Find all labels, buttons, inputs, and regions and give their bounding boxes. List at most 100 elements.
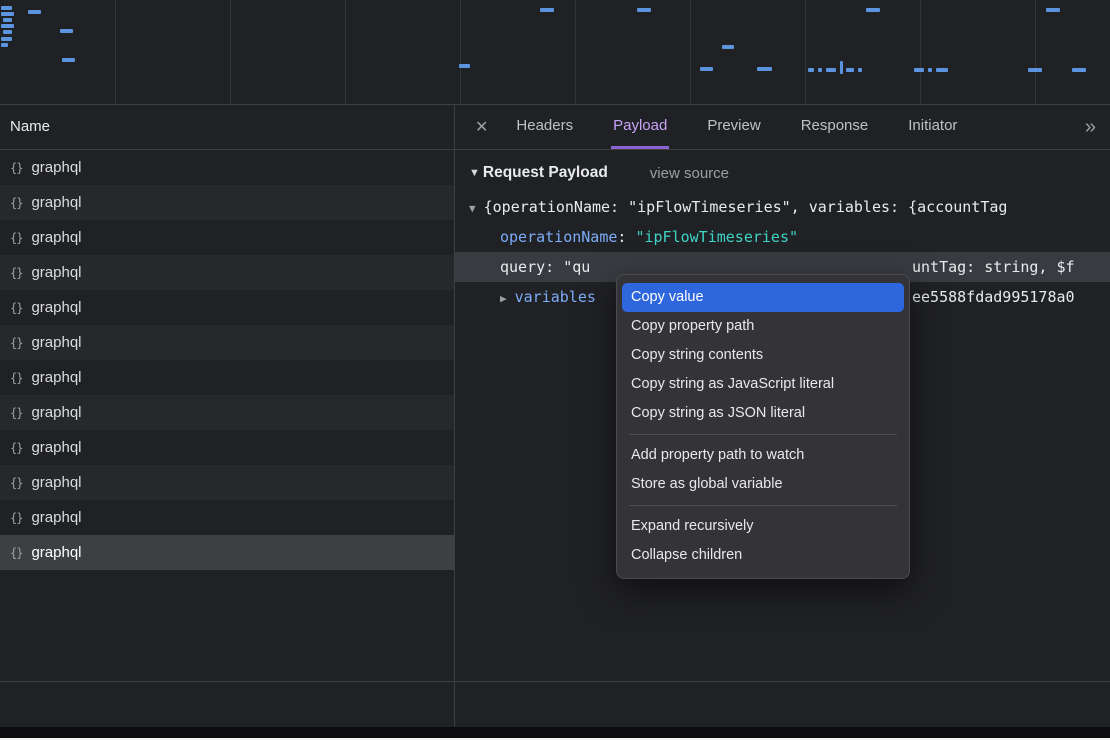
network-activity-bar: [62, 58, 75, 62]
request-row[interactable]: {}graphql: [0, 430, 454, 465]
json-request-icon: {}: [10, 441, 22, 455]
request-name: graphql: [31, 194, 81, 211]
menu-item-collapse-children[interactable]: Collapse children: [617, 541, 909, 570]
name-column-header[interactable]: Name: [0, 105, 454, 150]
tab-initiator[interactable]: Initiator: [906, 105, 959, 149]
menu-item-add-property-path-to-watch[interactable]: Add property path to watch: [617, 441, 909, 470]
code-segment: "ipFlowTimeseries": [635, 228, 798, 246]
tab-response[interactable]: Response: [799, 105, 871, 149]
network-activity-bar: [826, 68, 836, 72]
tab-headers[interactable]: Headers: [514, 105, 575, 149]
close-icon[interactable]: ✕: [475, 117, 488, 137]
network-activity-bar: [1046, 8, 1060, 12]
menu-item-copy-string-as-javascript-literal[interactable]: Copy string as JavaScript literal: [617, 370, 909, 399]
request-name: graphql: [31, 474, 81, 491]
network-activity-bar: [28, 10, 41, 14]
timeline-gridline: [690, 0, 691, 104]
menu-item-copy-property-path[interactable]: Copy property path: [617, 312, 909, 341]
network-activity-bar: [846, 68, 854, 72]
disclosure-closed-icon[interactable]: ▶: [500, 292, 507, 305]
request-row[interactable]: {}graphql: [0, 290, 454, 325]
payload-tree-row[interactable]: ▼ {operationName: "ipFlowTimeseries", var…: [455, 192, 1110, 222]
network-activity-bar: [858, 68, 862, 72]
menu-item-copy-string-as-json-literal[interactable]: Copy string as JSON literal: [617, 399, 909, 428]
menu-item-store-as-global-variable[interactable]: Store as global variable: [617, 470, 909, 499]
request-row[interactable]: {} graphql: [0, 150, 454, 185]
request-row[interactable]: {} graphql: [0, 325, 454, 360]
request-row[interactable]: {} graphql: [0, 535, 454, 570]
tab-preview[interactable]: Preview: [705, 105, 762, 149]
request-row[interactable]: {}graphql: [0, 360, 454, 395]
request-row[interactable]: {}graphql: [0, 500, 454, 535]
details-tabs: Headers Payload Preview Response Initiator: [514, 105, 995, 149]
request-row[interactable]: {}graphql: [0, 395, 454, 430]
code-segment: {operationName: "ipFlowTimeseries", vari…: [484, 198, 1008, 216]
network-activity-bar: [700, 67, 713, 71]
request-name: graphql: [31, 544, 81, 561]
request-name: graphql: [31, 229, 81, 246]
network-activity-bar: [540, 8, 554, 12]
request-row[interactable]: {} graphql: [0, 185, 454, 220]
requests-panel: Name {} graphql {} graphql {} graphql {} graphq…: [0, 105, 455, 726]
section-disclosure-icon[interactable]: ▼: [469, 167, 480, 179]
json-request-icon: {}: [10, 371, 22, 385]
menu-item-copy-string-contents[interactable]: Copy string contents: [617, 341, 909, 370]
json-request-icon: {}: [10, 231, 22, 245]
code-segment-after-menu: ee5588fdad995178a0: [912, 282, 1075, 312]
code-segment: "qu: [563, 258, 590, 276]
network-activity-bar: [1, 43, 8, 47]
code-segment: variables: [515, 288, 596, 306]
network-activity-bar: [637, 8, 651, 12]
network-activity-bar: [60, 29, 73, 33]
timeline-gridline: [805, 0, 806, 104]
code-segment: query: [500, 258, 545, 276]
json-request-icon: {}: [10, 336, 22, 350]
network-activity-bar: [808, 68, 814, 72]
network-activity-bar: [818, 68, 822, 72]
timeline-gridline: [1035, 0, 1036, 104]
request-name: graphql: [31, 404, 81, 421]
timeline-gridline: [920, 0, 921, 104]
payload-tree-row[interactable]: operationName: "ipFlowTimeseries": [455, 222, 1110, 252]
request-name: graphql: [31, 334, 81, 351]
request-row[interactable]: {}graphql: [0, 465, 454, 500]
code-segment-after-menu: untTag: string, $f: [912, 252, 1075, 282]
json-request-icon: {}: [10, 301, 22, 315]
json-request-icon: {}: [10, 196, 22, 210]
devtools-network-panel: Name {} graphql {} graphql {} graphql {} graphq…: [0, 0, 1110, 740]
network-activity-bar: [757, 67, 772, 71]
disclosure-open-icon[interactable]: ▼: [469, 202, 476, 215]
network-activity-bar: [1, 6, 12, 10]
menu-item-copy-value[interactable]: Copy value: [622, 283, 904, 312]
json-request-icon: {}: [10, 546, 22, 560]
code-segment: :: [545, 258, 563, 276]
network-activity-bar: [3, 30, 12, 34]
overflow-tabs-icon[interactable]: »: [1085, 116, 1096, 139]
section-title: Request Payload: [483, 164, 608, 182]
code-segment: :: [617, 228, 635, 246]
menu-separator: [629, 505, 897, 506]
timeline-gridline: [115, 0, 116, 104]
request-name: graphql: [31, 264, 81, 281]
context-menu: Copy valueCopy property pathCopy string …: [616, 274, 910, 579]
network-activity-bar: [1028, 68, 1042, 72]
network-activity-bar: [1, 12, 14, 16]
request-payload-header: ▼ Request Payload view source: [455, 164, 1110, 182]
network-activity-bar: [1, 24, 14, 28]
request-row[interactable]: {} graphql: [0, 220, 454, 255]
request-name: graphql: [31, 509, 81, 526]
view-source-link[interactable]: view source: [650, 165, 729, 182]
menu-item-expand-recursively[interactable]: Expand recursively: [617, 512, 909, 541]
request-row[interactable]: {}graphql: [0, 255, 454, 290]
menu-separator: [629, 434, 897, 435]
network-activity-bar: [936, 68, 948, 72]
network-overview-timeline[interactable]: [0, 0, 1110, 105]
details-tab-bar: ✕ Headers Payload Preview Response Initiator…: [455, 105, 1110, 150]
json-request-icon: {}: [10, 161, 22, 175]
request-name: graphql: [31, 159, 81, 176]
tab-payload[interactable]: Payload: [611, 105, 669, 149]
timeline-gridline: [575, 0, 576, 104]
network-activity-bar: [928, 68, 932, 72]
code-segment: operationName: [500, 228, 617, 246]
network-activity-bar: [1072, 68, 1086, 72]
